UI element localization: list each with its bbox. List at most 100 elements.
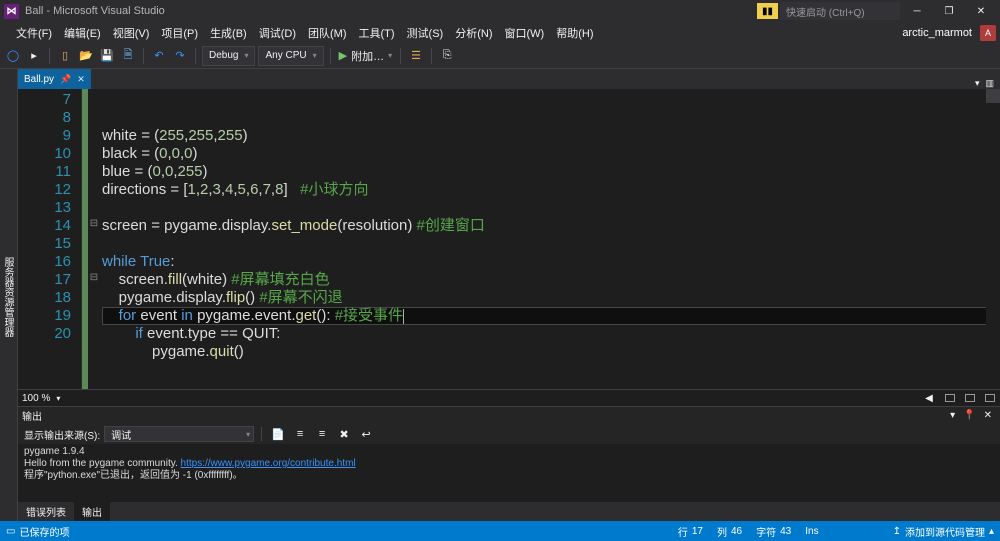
save-all-button[interactable]: 🗎	[119, 46, 137, 66]
code-line[interactable]: blue = (0,0,255)	[102, 163, 1000, 181]
code-line[interactable]	[102, 199, 1000, 217]
code-line[interactable]	[102, 361, 1000, 379]
status-saved-indicator[interactable]: ▭ 已保存的项	[6, 524, 69, 539]
code-line[interactable]: if event.type == QUIT:	[102, 325, 1000, 343]
start-button[interactable]: ▶ 附加… ▾	[337, 46, 394, 66]
status-source-control[interactable]: ↥ 添加到源代码管理 ▴	[893, 524, 994, 539]
signed-in-user[interactable]: arctic_marmot	[902, 27, 976, 39]
code-area[interactable]: white = (255,255,255)black = (0,0,0)blue…	[100, 89, 1000, 389]
menu-project[interactable]: 项目(P)	[155, 23, 204, 43]
output-source-label: 显示输出来源(S):	[24, 427, 100, 442]
menu-analyze[interactable]: 分析(N)	[449, 23, 498, 43]
output-tool-window: 输出 ▾ 📍 ✕ 显示输出来源(S): 调试 📄 ≡ ≡ ✖ ↩ pygame …	[18, 406, 1000, 502]
code-line[interactable]: white = (255,255,255)	[102, 127, 1000, 145]
start-button-label: 附加…	[351, 48, 384, 64]
menu-team[interactable]: 团队(M)	[302, 23, 353, 43]
misc-button[interactable]: ⎘	[438, 46, 456, 66]
quick-launch-input[interactable]: 快速启动 (Ctrl+Q)	[780, 2, 900, 20]
code-line[interactable]: black = (0,0,0)	[102, 145, 1000, 163]
code-line[interactable]: screen = pygame.display.set_mode(resolut…	[102, 217, 1000, 235]
code-line[interactable]: directions = [1,2,3,4,5,6,7,8] #小球方向	[102, 181, 1000, 199]
menu-help[interactable]: 帮助(H)	[550, 23, 599, 43]
title-bar: ⋈ Ball - Microsoft Visual Studio ▮▮ 快速启动…	[0, 0, 1000, 22]
undo-button[interactable]: ↶	[150, 46, 168, 66]
output-source-value: 调试	[111, 427, 131, 442]
status-col: 列 46	[717, 524, 742, 539]
solution-platform-value: Any CPU	[265, 50, 306, 61]
new-project-button[interactable]: ▯	[56, 46, 74, 66]
output-tab[interactable]: 输出	[74, 502, 110, 521]
output-text-area[interactable]: pygame 1.9.4Hello from the pygame commun…	[18, 444, 1000, 502]
error-list-tab[interactable]: 错误列表	[18, 502, 74, 521]
status-char: 字符 43	[756, 524, 791, 539]
env-button[interactable]: ☰	[407, 46, 425, 66]
notification-flag[interactable]: ▮▮	[757, 3, 778, 19]
zoom-dropdown-icon[interactable]: ▾	[56, 394, 60, 403]
publish-icon: ↥	[893, 526, 901, 537]
restore-button[interactable]: ❐	[934, 1, 964, 21]
document-tab-ballpy[interactable]: Ball.py 📌 ✕	[18, 69, 91, 89]
solution-explorer-hint-icon[interactable]: ▥	[985, 78, 994, 89]
code-line[interactable]: pygame.quit()	[102, 343, 1000, 361]
code-editor[interactable]: 7891011121314151617181920 ⊟⊟ white = (25…	[18, 89, 1000, 389]
close-button[interactable]: ✕	[966, 1, 996, 21]
output-title: 输出	[22, 408, 42, 423]
vs-logo-icon: ⋈	[4, 4, 19, 19]
document-tab-well: Ball.py 📌 ✕ ▾ ▥	[18, 69, 1000, 89]
vertical-scrollbar[interactable]	[986, 89, 1000, 389]
nav-back-button[interactable]: ◯	[4, 46, 22, 66]
window-title: Ball - Microsoft Visual Studio	[25, 5, 757, 17]
menu-view[interactable]: 视图(V)	[107, 23, 156, 43]
code-line[interactable]: screen.fill(white) #屏幕填充白色	[102, 271, 1000, 289]
user-avatar[interactable]: A	[980, 25, 996, 41]
zoom-level[interactable]: 100 %	[22, 393, 50, 404]
minimize-button[interactable]: ─	[902, 1, 932, 21]
track-changes-icon[interactable]	[982, 391, 996, 405]
open-button[interactable]: 📂	[77, 46, 95, 66]
close-tab-icon[interactable]: ✕	[77, 74, 85, 85]
status-line: 行 17	[678, 524, 703, 539]
output-source-dropdown[interactable]: 调试	[104, 426, 254, 442]
code-line[interactable]: while True:	[102, 253, 1000, 271]
menu-build[interactable]: 生成(B)	[204, 23, 253, 43]
output-goto-prev-button[interactable]: ≡	[291, 424, 309, 444]
no-issues-icon[interactable]: ◀	[922, 391, 936, 405]
menu-edit[interactable]: 编辑(E)	[58, 23, 107, 43]
save-button[interactable]: 💾	[98, 46, 116, 66]
solution-config-dropdown[interactable]: Debug▾	[202, 46, 255, 66]
output-find-button[interactable]: 📄	[269, 424, 287, 444]
output-close-icon[interactable]: ✕	[980, 410, 996, 421]
output-wordwrap-button[interactable]: ↩	[357, 424, 375, 444]
code-line[interactable]: pygame.display.flip() #屏幕不闪退	[102, 289, 1000, 307]
scrollbar-thumb[interactable]	[986, 89, 1000, 103]
bottom-tool-tabs: 错误列表 输出	[18, 502, 1000, 521]
outlining-margin[interactable]: ⊟⊟	[88, 89, 100, 389]
left-tool-tabs: 服务器资源管理器 工具箱	[0, 69, 18, 521]
tab-overflow-icon[interactable]: ▾	[975, 78, 980, 89]
nav-fwd-button[interactable]: ▸	[25, 46, 43, 66]
output-clear-button[interactable]: ✖	[335, 424, 353, 444]
menu-bar: 文件(F) 编辑(E) 视图(V) 项目(P) 生成(B) 调试(D) 团队(M…	[0, 22, 1000, 43]
output-window-menu-icon[interactable]: ▾	[946, 410, 959, 421]
menu-file[interactable]: 文件(F)	[10, 23, 58, 43]
output-goto-next-button[interactable]: ≡	[313, 424, 331, 444]
menu-debug[interactable]: 调试(D)	[253, 23, 302, 43]
menu-tools[interactable]: 工具(T)	[353, 23, 401, 43]
solution-platform-dropdown[interactable]: Any CPU▾	[258, 46, 323, 66]
status-ins: Ins	[805, 526, 818, 537]
line-number-gutter: 7891011121314151617181920	[18, 89, 82, 389]
split-h-icon[interactable]	[942, 391, 956, 405]
redo-button[interactable]: ↷	[171, 46, 189, 66]
document-tab-label: Ball.py	[24, 74, 54, 85]
menu-window[interactable]: 窗口(W)	[499, 23, 551, 43]
server-explorer-tab[interactable]: 服务器资源管理器	[0, 251, 17, 343]
code-line[interactable]: for event in pygame.event.get(): #接受事件	[102, 307, 1000, 325]
code-line[interactable]	[102, 235, 1000, 253]
pin-icon[interactable]: 📌	[60, 74, 71, 85]
output-pin-icon[interactable]: 📍	[959, 410, 979, 421]
editor-bottom-bar: 100 % ▾ ◀	[18, 389, 1000, 406]
solution-config-value: Debug	[209, 50, 238, 61]
menu-test[interactable]: 测试(S)	[401, 23, 450, 43]
status-bar: ▭ 已保存的项 行 17 列 46 字符 43 Ins ↥ 添加到源代码管理 ▴	[0, 521, 1000, 541]
split-v-icon[interactable]	[962, 391, 976, 405]
